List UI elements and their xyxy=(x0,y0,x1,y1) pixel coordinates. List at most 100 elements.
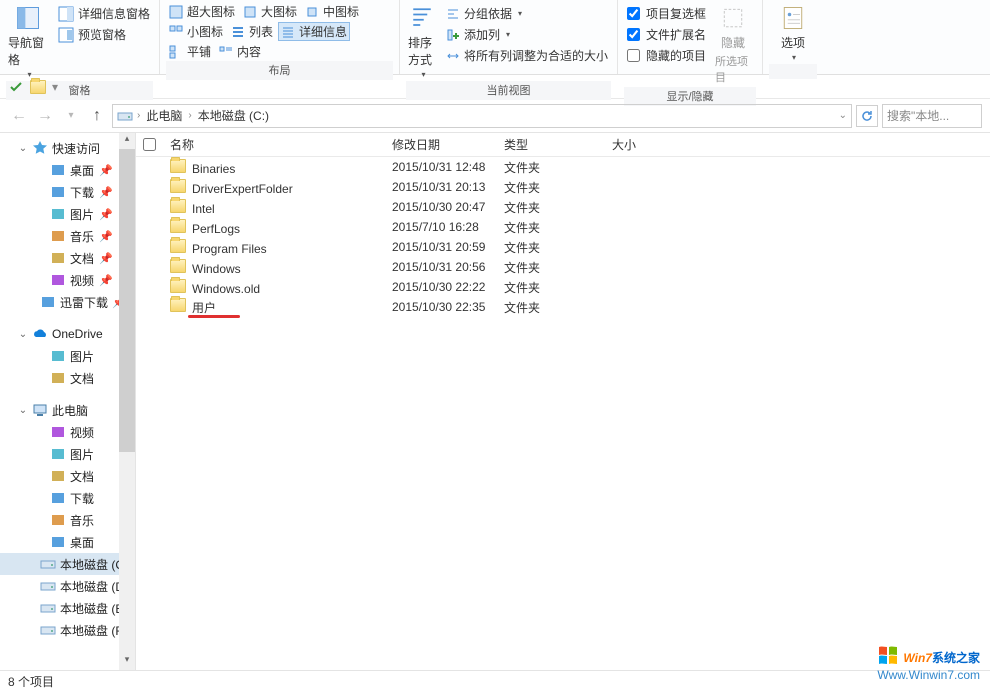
table-row[interactable]: Windows2015/10/31 20:56文件夹 xyxy=(136,257,990,277)
sidebar-item[interactable]: 视频 xyxy=(0,421,119,443)
tiles-icon xyxy=(243,5,257,19)
table-row[interactable]: PerfLogs2015/7/10 16:28文件夹 xyxy=(136,217,990,237)
view-small-button[interactable]: 小图标 xyxy=(166,22,226,41)
view-details-button[interactable]: 详细信息 xyxy=(278,22,350,41)
check-icon[interactable] xyxy=(8,79,24,95)
chevron-right-icon[interactable]: › xyxy=(188,110,191,121)
hide-icon xyxy=(719,4,747,32)
scroll-down-button[interactable]: ▾ xyxy=(119,654,135,670)
file-extensions-toggle[interactable]: 文件扩展名 xyxy=(624,25,709,44)
sidebar-item[interactable]: 本地磁盘 (D:) xyxy=(0,575,119,597)
tree-label: 音乐 xyxy=(70,512,94,529)
scrollbar[interactable]: ▴ ▾ xyxy=(119,133,135,670)
add-column-button[interactable]: 添加列▾ xyxy=(443,25,611,44)
column-header-size[interactable]: 大小 xyxy=(606,136,696,153)
sidebar-item[interactable]: 文档 xyxy=(0,367,119,389)
drive-icon xyxy=(40,556,56,572)
sidebar-item[interactable]: 图片 xyxy=(0,443,119,465)
folder-icon[interactable] xyxy=(30,80,46,94)
sidebar-section[interactable]: ⌄此电脑 xyxy=(0,399,119,421)
view-tiles-button[interactable]: 平铺 xyxy=(166,42,214,61)
table-row[interactable]: Binaries2015/10/31 12:48文件夹 xyxy=(136,157,990,177)
hidden-items-toggle[interactable]: 隐藏的项目 xyxy=(624,46,709,65)
back-button[interactable]: ← xyxy=(8,105,30,127)
overflow-icon[interactable]: ▾ xyxy=(52,80,58,94)
sidebar-item[interactable]: 迅雷下载📌 xyxy=(0,291,119,313)
sidebar-item[interactable]: 文档 xyxy=(0,465,119,487)
sidebar-item[interactable]: 本地磁盘 (E:) xyxy=(0,597,119,619)
detail-pane-label: 详细信息窗格 xyxy=(78,5,150,22)
content-icon xyxy=(219,45,233,59)
sort-icon xyxy=(408,4,436,32)
pin-icon: 📌 xyxy=(99,252,113,265)
sidebar-item[interactable]: 桌面 xyxy=(0,531,119,553)
view-content-button[interactable]: 内容 xyxy=(216,42,264,61)
preview-pane-button[interactable]: 预览窗格 xyxy=(55,25,153,44)
expand-icon[interactable]: ⌄ xyxy=(18,329,28,340)
sidebar-item[interactable]: 下载📌 xyxy=(0,181,119,203)
breadcrumb[interactable]: › 此电脑 › 本地磁盘 (C:) ⌄ xyxy=(112,104,852,128)
chevron-right-icon[interactable]: › xyxy=(137,110,140,121)
detail-pane-button[interactable]: 详细信息窗格 xyxy=(55,4,153,23)
fit-columns-button[interactable]: 将所有列调整为合适的大小 xyxy=(443,46,611,65)
sidebar-item[interactable]: 桌面📌 xyxy=(0,159,119,181)
tree-label: 视频 xyxy=(70,272,94,289)
table-row[interactable]: Program Files2015/10/31 20:59文件夹 xyxy=(136,237,990,257)
item-checkboxes-toggle[interactable]: 项目复选框 xyxy=(624,4,709,23)
ribbon-group-show-hide: 项目复选框 文件扩展名 隐藏的项目 隐藏 所选项目 显示/隐藏 xyxy=(618,0,763,74)
view-large-button[interactable]: 大图标 xyxy=(240,2,300,21)
expand-icon[interactable]: ⌄ xyxy=(18,143,28,154)
tree-label: 本地磁盘 (F:) xyxy=(60,622,119,639)
chevron-down-icon: ▾ xyxy=(518,9,522,18)
expand-icon[interactable]: ⌄ xyxy=(18,405,28,416)
search-input[interactable]: 搜索"本地... xyxy=(882,104,982,128)
sidebar-item[interactable]: 文档📌 xyxy=(0,247,119,269)
breadcrumb-item[interactable]: 本地磁盘 (C:) xyxy=(196,107,271,124)
table-row[interactable]: Windows.old2015/10/30 22:22文件夹 xyxy=(136,277,990,297)
checkbox[interactable] xyxy=(627,49,640,62)
sidebar-section[interactable]: ⌄快速访问 xyxy=(0,137,119,159)
checkbox[interactable] xyxy=(627,28,640,41)
forward-button[interactable]: → xyxy=(34,105,56,127)
onedrive-icon xyxy=(32,326,48,342)
breadcrumb-item[interactable]: 此电脑 xyxy=(144,107,184,124)
view-list-button[interactable]: 列表 xyxy=(228,22,276,41)
sidebar-item[interactable]: 本地磁盘 (F:) xyxy=(0,619,119,641)
view-extra-large-button[interactable]: 超大图标 xyxy=(166,2,238,21)
sidebar-item[interactable]: 下载 xyxy=(0,487,119,509)
chevron-down-icon[interactable]: ⌄ xyxy=(839,110,847,121)
checkbox[interactable] xyxy=(627,7,640,20)
pictures-icon xyxy=(50,348,66,364)
sidebar-item[interactable]: 音乐 xyxy=(0,509,119,531)
view-medium-button[interactable]: 中图标 xyxy=(302,2,362,21)
table-row[interactable]: 用户2015/10/30 22:35文件夹 xyxy=(136,297,990,317)
select-all-checkbox[interactable] xyxy=(136,138,164,151)
table-row[interactable]: DriverExpertFolder2015/10/31 20:13文件夹 xyxy=(136,177,990,197)
column-header-date[interactable]: 修改日期 xyxy=(386,136,498,153)
table-row[interactable]: Intel2015/10/30 20:47文件夹 xyxy=(136,197,990,217)
file-type: 文件夹 xyxy=(498,199,606,216)
pc-icon xyxy=(32,402,48,418)
options-button[interactable]: 选项 ▾ xyxy=(769,2,817,64)
tree-label: 本地磁盘 (D:) xyxy=(60,578,119,595)
sidebar-section[interactable]: ⌄OneDrive xyxy=(0,323,119,345)
recent-locations-button[interactable]: ▾ xyxy=(60,105,82,127)
ribbon-group-layout: 超大图标 大图标 中图标 小图标 列表 详细信息 平铺 内容 布局 xyxy=(160,0,400,74)
file-type: 文件夹 xyxy=(498,239,606,256)
column-header-type[interactable]: 类型 xyxy=(498,136,606,153)
sidebar-item[interactable]: 本地磁盘 (C:) xyxy=(0,553,119,575)
group-by-button[interactable]: 分组依据▾ xyxy=(443,4,611,23)
hide-selected-button[interactable]: 隐藏 所选项目 xyxy=(713,2,753,87)
column-header-name[interactable]: 名称 xyxy=(164,136,386,153)
sidebar-item[interactable]: 图片 xyxy=(0,345,119,367)
sort-by-button[interactable]: 排序方式 ▾ xyxy=(406,2,439,81)
sidebar-item[interactable]: 音乐📌 xyxy=(0,225,119,247)
refresh-button[interactable] xyxy=(856,105,878,127)
scroll-up-button[interactable]: ▴ xyxy=(119,133,135,149)
nav-pane-button[interactable]: 导航窗格 ▾ xyxy=(6,2,51,81)
tiles-icon xyxy=(305,5,319,19)
sidebar-item[interactable]: 视频📌 xyxy=(0,269,119,291)
tiles-icon xyxy=(169,45,183,59)
up-button[interactable]: ↑ xyxy=(86,105,108,127)
sidebar-item[interactable]: 图片📌 xyxy=(0,203,119,225)
